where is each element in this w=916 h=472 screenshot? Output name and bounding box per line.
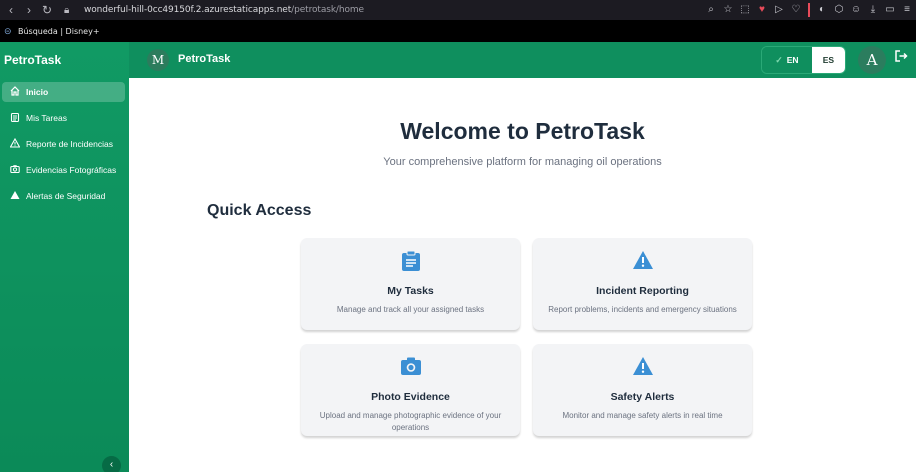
check-icon: ✓ (775, 54, 783, 65)
toolbar-divider (808, 3, 810, 17)
card-description: Upload and manage photographic evidence … (319, 411, 502, 432)
forward-icon[interactable]: › (22, 3, 36, 17)
download-icon[interactable]: ⤓ (866, 2, 880, 18)
extensions-icon[interactable]: ⬡ (832, 2, 846, 18)
window-icon[interactable]: ▭ (883, 2, 897, 18)
main-content: Welcome to PetroTask Your comprehensive … (129, 78, 916, 472)
sidebar-item-reporte-de-incidencias[interactable]: Reporte de Incidencias (2, 134, 125, 154)
bookmarks-text[interactable]: Búsqueda | Disney+ (18, 27, 100, 36)
zoom-icon[interactable]: ⌕ (704, 2, 718, 18)
camera-icon (301, 356, 520, 380)
sidebar-item-label: Inicio (26, 87, 49, 97)
language-toggle: ✓ EN ES (761, 46, 846, 74)
card-description: Manage and track all your assigned tasks (336, 305, 485, 314)
sidebar-item-label: Mis Tareas (26, 113, 67, 123)
url-host: wonderful-hill-0cc49150f.2.azurestaticap… (84, 5, 292, 15)
sidebar-item-label: Reporte de Incidencias (26, 139, 113, 149)
sidebar-item-alertas-de-seguridad[interactable]: Alertas de Seguridad (2, 186, 125, 206)
clipboard-icon (301, 250, 520, 274)
play-icon[interactable]: ▷ (772, 2, 786, 18)
card-title: Safety Alerts (610, 391, 675, 403)
warning-icon (533, 250, 752, 274)
card-description: Monitor and manage safety alerts in real… (562, 411, 723, 420)
sidebar-item-label: Alertas de Seguridad (26, 191, 106, 201)
page-subtitle: Your comprehensive platform for managing… (383, 156, 662, 168)
lock-icon: 🔒︎ (64, 4, 70, 16)
card-title: My Tasks (387, 285, 434, 297)
card-safety-alerts[interactable]: Safety Alerts Monitor and manage safety … (533, 344, 752, 436)
lang-es-button[interactable]: ES (811, 47, 845, 73)
logout-button[interactable] (891, 49, 911, 69)
search-bookmark-icon: ⊝ (4, 25, 12, 36)
browser-toolbar-icons: ⌕ ☆ ⬚ ♥ ▷ ♡ ◐ ⬡ ☺ ⤓ ▭ ≡ (704, 2, 914, 18)
chevron-left-icon: ‹ (109, 459, 114, 470)
user-avatar[interactable]: A (858, 46, 886, 74)
heart-icon[interactable]: ♡ (789, 2, 803, 18)
card-title: Incident Reporting (596, 285, 689, 297)
quick-access-heading: Quick Access (207, 202, 312, 219)
card-description: Report problems, incidents and emergency… (548, 305, 737, 314)
card-my-tasks[interactable]: My Tasks Manage and track all your assig… (301, 238, 520, 330)
header-title: PetroTask (178, 53, 231, 65)
account-icon[interactable]: ☺ (849, 2, 863, 18)
back-icon[interactable]: ‹ (4, 3, 18, 17)
sidebar-brand: PetroTask (4, 53, 62, 67)
card-title: Photo Evidence (371, 391, 450, 403)
menu-icon[interactable]: ≡ (900, 2, 914, 18)
bookmarks-bar: ⊝ Búsqueda | Disney+ (0, 20, 916, 42)
logout-icon (895, 50, 908, 62)
warning-icon (8, 137, 22, 150)
browser-toolbar: ‹ › ↻ 🔒︎ wonderful-hill-0cc49150f.2.azur… (0, 0, 916, 20)
alert-triangle-icon (8, 190, 22, 202)
card-photo-evidence[interactable]: Photo Evidence Upload and manage photogr… (301, 344, 520, 436)
page-title: Welcome to PetroTask (400, 118, 645, 144)
lang-en-label: EN (786, 55, 799, 65)
sidebar-item-inicio[interactable]: Inicio (2, 82, 125, 102)
clipboard-icon (8, 112, 22, 124)
mask-icon[interactable]: ◐ (815, 2, 829, 18)
logo-avatar: M (147, 49, 169, 71)
sidebar-collapse-button[interactable]: ‹ (102, 456, 121, 472)
camera-icon (8, 164, 22, 176)
card-incident-reporting[interactable]: Incident Reporting Report problems, inci… (533, 238, 752, 330)
top-header: M PetroTask ✓ EN ES A (129, 42, 916, 78)
url-path: /petrotask/home (291, 5, 364, 15)
warning-icon (533, 356, 752, 380)
lang-en-button[interactable]: ✓ EN (762, 47, 812, 73)
bookmark-icon[interactable]: ☆ (721, 2, 735, 18)
pocket-icon[interactable]: ♥ (755, 2, 769, 18)
address-bar[interactable]: wonderful-hill-0cc49150f.2.azurestaticap… (84, 5, 364, 15)
reload-icon[interactable]: ↻ (40, 3, 54, 17)
home-icon (8, 86, 22, 98)
sidebar-item-mis-tareas[interactable]: Mis Tareas (2, 108, 125, 128)
sidebar-item-label: Evidencias Fotográficas (26, 165, 117, 175)
screenshot-icon[interactable]: ⬚ (738, 2, 752, 18)
sidebar: PetroTask Inicio Mis Tareas Reporte de I… (0, 42, 129, 472)
sidebar-item-evidencias-fotograficas[interactable]: Evidencias Fotográficas (2, 160, 125, 180)
